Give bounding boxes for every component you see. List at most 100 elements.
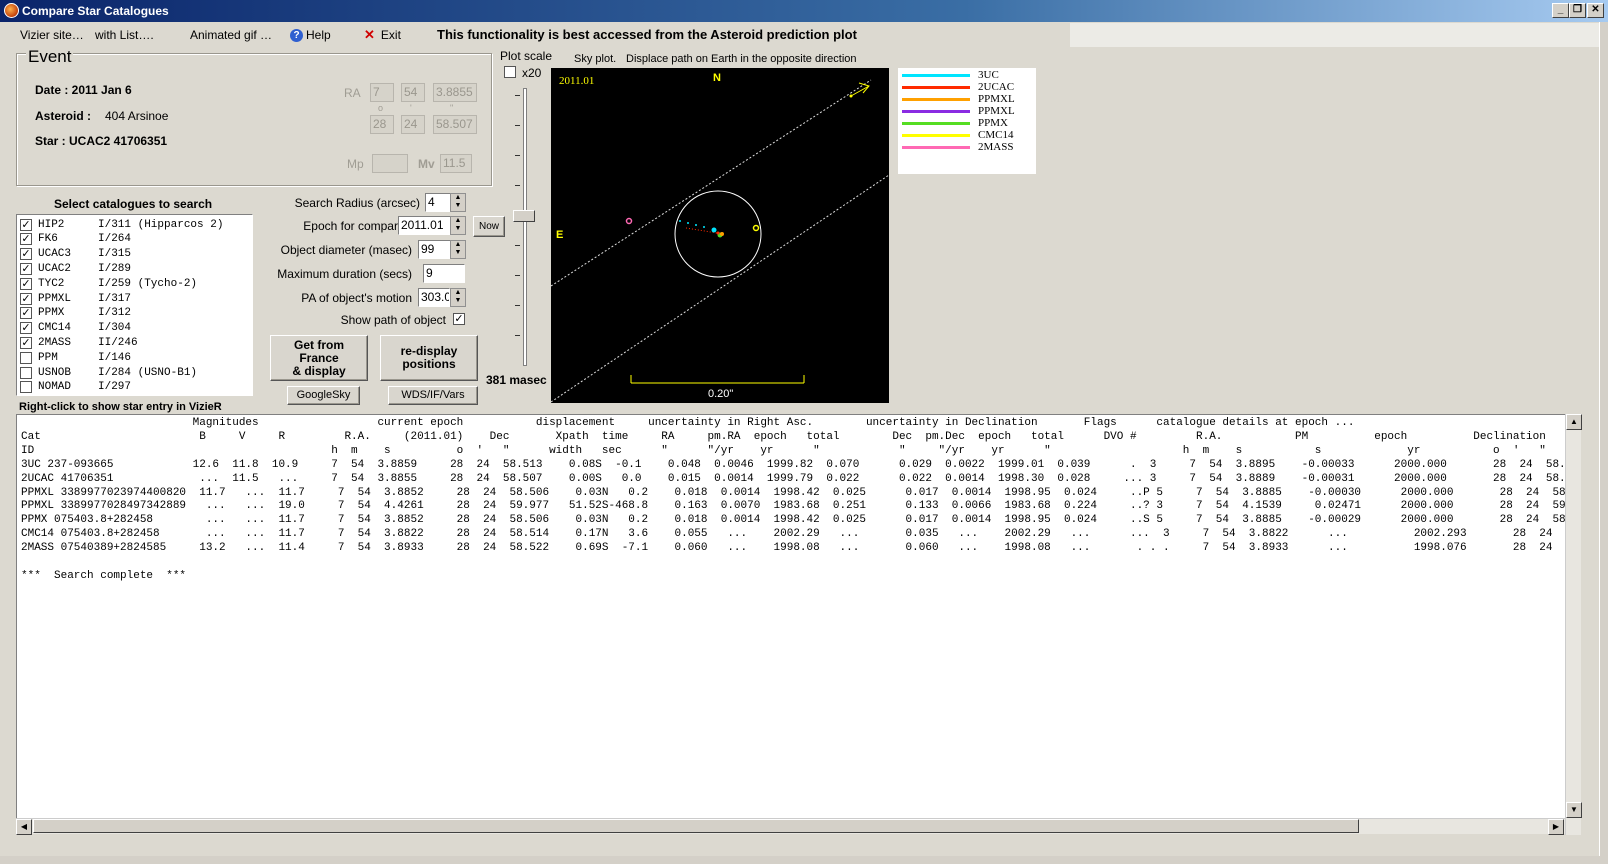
wds-button[interactable]: WDS/IF/Vars xyxy=(388,386,478,405)
catalogue-checkbox[interactable] xyxy=(20,381,32,394)
plot-scale-thumb[interactable] xyxy=(513,210,535,222)
slider-tick xyxy=(515,95,520,96)
catalogue-name: UCAC3 xyxy=(38,248,72,261)
catalogue-item[interactable]: ✓ UCAC2 I/289 xyxy=(20,261,131,276)
dec-degrees-field: 28 xyxy=(370,115,394,134)
results-horizontal-thumb[interactable] xyxy=(33,819,1359,833)
catalogue-list[interactable]: ✓ HIP2 I/311 (Hipparcos 2) ✓ FK6 I/264 ✓ UCAC3 I… xyxy=(16,214,253,396)
window-border-right xyxy=(1599,22,1608,864)
diameter-spinner[interactable]: ▲ ▼ xyxy=(450,240,466,259)
slider-tick xyxy=(515,275,520,276)
catalogue-name: 2MASS xyxy=(38,336,72,349)
menu-animated-gif[interactable]: Animated gif … xyxy=(190,27,272,43)
catalogue-code: I/284 (USNO-B1) xyxy=(98,366,198,379)
menu-exit[interactable]: ✕ Exit xyxy=(364,27,401,43)
catalogue-code: I/315 xyxy=(98,248,132,261)
catalogue-checkbox[interactable] xyxy=(20,351,32,364)
x20-checkbox[interactable] xyxy=(504,66,516,78)
results-hint: Right-click to show star entry in VizieR xyxy=(19,401,222,413)
catalogue-checkbox[interactable]: ✓ xyxy=(20,248,32,261)
asteroid-value: 404 Arsinoe xyxy=(105,109,169,123)
scale-bar-label: 0.20" xyxy=(708,388,733,400)
close-button[interactable]: ✕ xyxy=(1587,3,1604,18)
results-vertical-scrollbar[interactable]: ▲ ▼ xyxy=(1565,414,1582,835)
pa-label: PA of object's motion xyxy=(301,291,412,305)
catalogue-item[interactable]: ✓ CMC14 I/304 xyxy=(20,321,131,336)
duration-input[interactable]: 9 xyxy=(423,264,465,283)
slider-tick xyxy=(515,155,520,156)
pa-input[interactable]: 303.0 xyxy=(418,288,450,307)
catalogue-item[interactable]: USNOB I/284 (USNO-B1) xyxy=(20,365,197,380)
catalogue-checkbox[interactable]: ✓ xyxy=(20,233,32,246)
legend-swatch xyxy=(902,73,970,77)
catalogue-name: PPM xyxy=(38,351,58,364)
menu-vizier-site[interactable]: Vizier site… xyxy=(20,27,84,43)
catalogue-checkbox[interactable]: ✓ xyxy=(20,307,32,320)
track-dot xyxy=(703,226,705,228)
scroll-left-icon[interactable]: ◀ xyxy=(16,819,32,835)
legend-swatch xyxy=(902,97,970,101)
maximize-button[interactable]: ❐ xyxy=(1569,3,1586,18)
scroll-down-icon[interactable]: ▼ xyxy=(1566,802,1582,818)
ra-hours-field: 7 xyxy=(370,83,394,102)
epoch-input[interactable]: 2011.01 xyxy=(398,216,451,235)
pa-spinner[interactable]: ▲ ▼ xyxy=(450,288,466,307)
catalogue-item[interactable]: ✓ 2MASS II/246 xyxy=(20,335,138,350)
catalogue-checkbox[interactable]: ✓ xyxy=(20,336,32,349)
diameter-input[interactable]: 99 xyxy=(418,240,451,259)
star-ppmxl-faint xyxy=(752,224,760,232)
redisplay-positions-button[interactable]: re-display positions xyxy=(380,335,478,381)
search-radius-input[interactable]: 4 xyxy=(425,193,451,212)
catalogue-item[interactable]: ✓ HIP2 I/311 (Hipparcos 2) xyxy=(20,217,223,232)
catalogue-checkbox[interactable]: ✓ xyxy=(20,262,32,275)
catalogue-item[interactable]: ✓ UCAC3 I/315 xyxy=(20,247,131,262)
legend-entry: PPMX xyxy=(902,117,1008,129)
legend-entry: PPMXL xyxy=(902,105,1015,117)
scroll-right-icon[interactable]: ▶ xyxy=(1548,819,1564,835)
legend-swatch xyxy=(902,109,970,113)
legend-entry: CMC14 xyxy=(902,129,1013,141)
ra-minutes-field: 54 xyxy=(401,83,425,102)
googlesky-button[interactable]: GoogleSky xyxy=(287,386,360,405)
catalogue-item[interactable]: ✓ FK6 I/264 xyxy=(20,232,131,247)
catalogue-item[interactable]: PPM I/146 xyxy=(20,350,131,365)
legend-label: 3UC xyxy=(978,69,999,81)
minimize-button[interactable]: _ xyxy=(1552,3,1569,18)
diameter-label: Object diameter (masec) xyxy=(280,243,412,257)
search-radius-spinner[interactable]: ▲ ▼ xyxy=(450,193,466,212)
help-icon: ? xyxy=(290,29,303,43)
catalogue-item[interactable]: ✓ PPMXL I/317 xyxy=(20,291,131,306)
catalogue-name: TYC2 xyxy=(38,277,65,290)
catalogue-checkbox[interactable]: ✓ xyxy=(20,322,32,335)
menu-with-list[interactable]: with List…. xyxy=(95,27,154,43)
results-textbox[interactable]: Magnitudes current epoch displacement un… xyxy=(16,414,1581,834)
notice-text: This functionality is best accessed from… xyxy=(437,27,857,42)
catalogue-code: I/264 xyxy=(98,233,132,246)
catalogue-checkbox[interactable]: ✓ xyxy=(20,277,32,290)
show-path-checkbox[interactable]: ✓ xyxy=(453,313,465,325)
catalogue-name: USNOB xyxy=(38,366,72,379)
ra-seconds-field: 3.8855 xyxy=(433,83,477,102)
slider-tick xyxy=(515,125,520,126)
catalogue-code: I/259 (Tycho-2) xyxy=(98,277,198,290)
title-bar: Compare Star Catalogues xyxy=(0,0,1608,22)
catalogue-checkbox[interactable] xyxy=(20,366,32,379)
plot-scale-track[interactable] xyxy=(523,88,527,366)
menu-help[interactable]: ? Help xyxy=(290,27,331,43)
window-title: Compare Star Catalogues xyxy=(22,4,169,18)
catalogue-name: PPMXL xyxy=(38,292,72,305)
get-from-france-button[interactable]: Get from France & display xyxy=(270,335,368,381)
now-button[interactable]: Now xyxy=(473,216,505,237)
catalogue-code: I/297 xyxy=(98,381,132,394)
catalogue-item[interactable]: ✓ PPMX I/312 xyxy=(20,306,131,321)
catalogue-checkbox[interactable]: ✓ xyxy=(20,292,32,305)
scroll-up-icon[interactable]: ▲ xyxy=(1566,414,1582,430)
catalogue-checkbox[interactable]: ✓ xyxy=(20,218,32,231)
app-icon xyxy=(4,3,19,18)
catalogue-item[interactable]: NOMAD I/297 xyxy=(20,380,131,395)
epoch-spinner[interactable]: ▲ ▼ xyxy=(450,216,466,235)
catalogue-code: I/146 xyxy=(98,351,132,364)
slider-tick xyxy=(515,185,520,186)
catalogue-item[interactable]: ✓ TYC2 I/259 (Tycho-2) xyxy=(20,276,197,291)
menu-strip-panel xyxy=(1070,23,1608,47)
